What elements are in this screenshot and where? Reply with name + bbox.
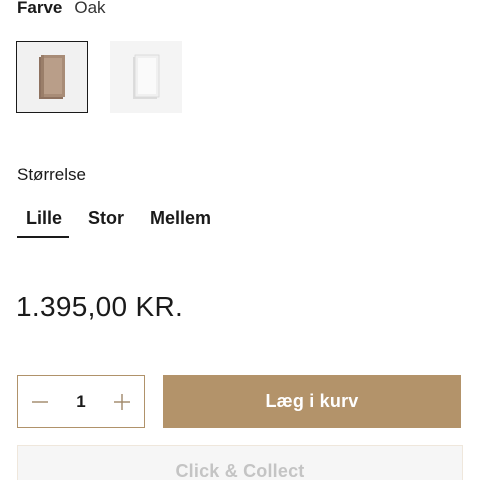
add-to-cart-button[interactable]: Læg i kurv bbox=[163, 375, 461, 428]
plus-icon bbox=[114, 393, 130, 410]
size-option-stor[interactable]: Stor bbox=[79, 204, 133, 236]
white-shelf-icon bbox=[133, 54, 160, 99]
size-option-mellem[interactable]: Mellem bbox=[141, 204, 220, 236]
size-label: Størrelse bbox=[17, 165, 86, 184]
color-label: Farve bbox=[17, 0, 63, 17]
swatch-oak[interactable] bbox=[16, 41, 88, 113]
color-row: Farve Oak bbox=[17, 0, 106, 18]
quantity-input[interactable] bbox=[63, 391, 99, 412]
product-price: 1.395,00 KR. bbox=[16, 291, 184, 322]
product-options-panel: Farve Oak Størrelse Lille Stor Mellem 1.… bbox=[0, 0, 480, 480]
oak-shelf-icon bbox=[39, 55, 65, 99]
click-collect-button[interactable]: Click & Collect bbox=[17, 445, 463, 480]
decrement-button[interactable] bbox=[18, 376, 62, 427]
size-tabs: Lille Stor Mellem bbox=[17, 204, 220, 238]
selected-color-value: Oak bbox=[74, 0, 106, 17]
size-option-lille[interactable]: Lille bbox=[17, 204, 69, 238]
quantity-stepper bbox=[17, 375, 145, 428]
increment-button[interactable] bbox=[100, 376, 144, 427]
swatch-white[interactable] bbox=[110, 41, 182, 113]
minus-icon bbox=[32, 400, 48, 403]
